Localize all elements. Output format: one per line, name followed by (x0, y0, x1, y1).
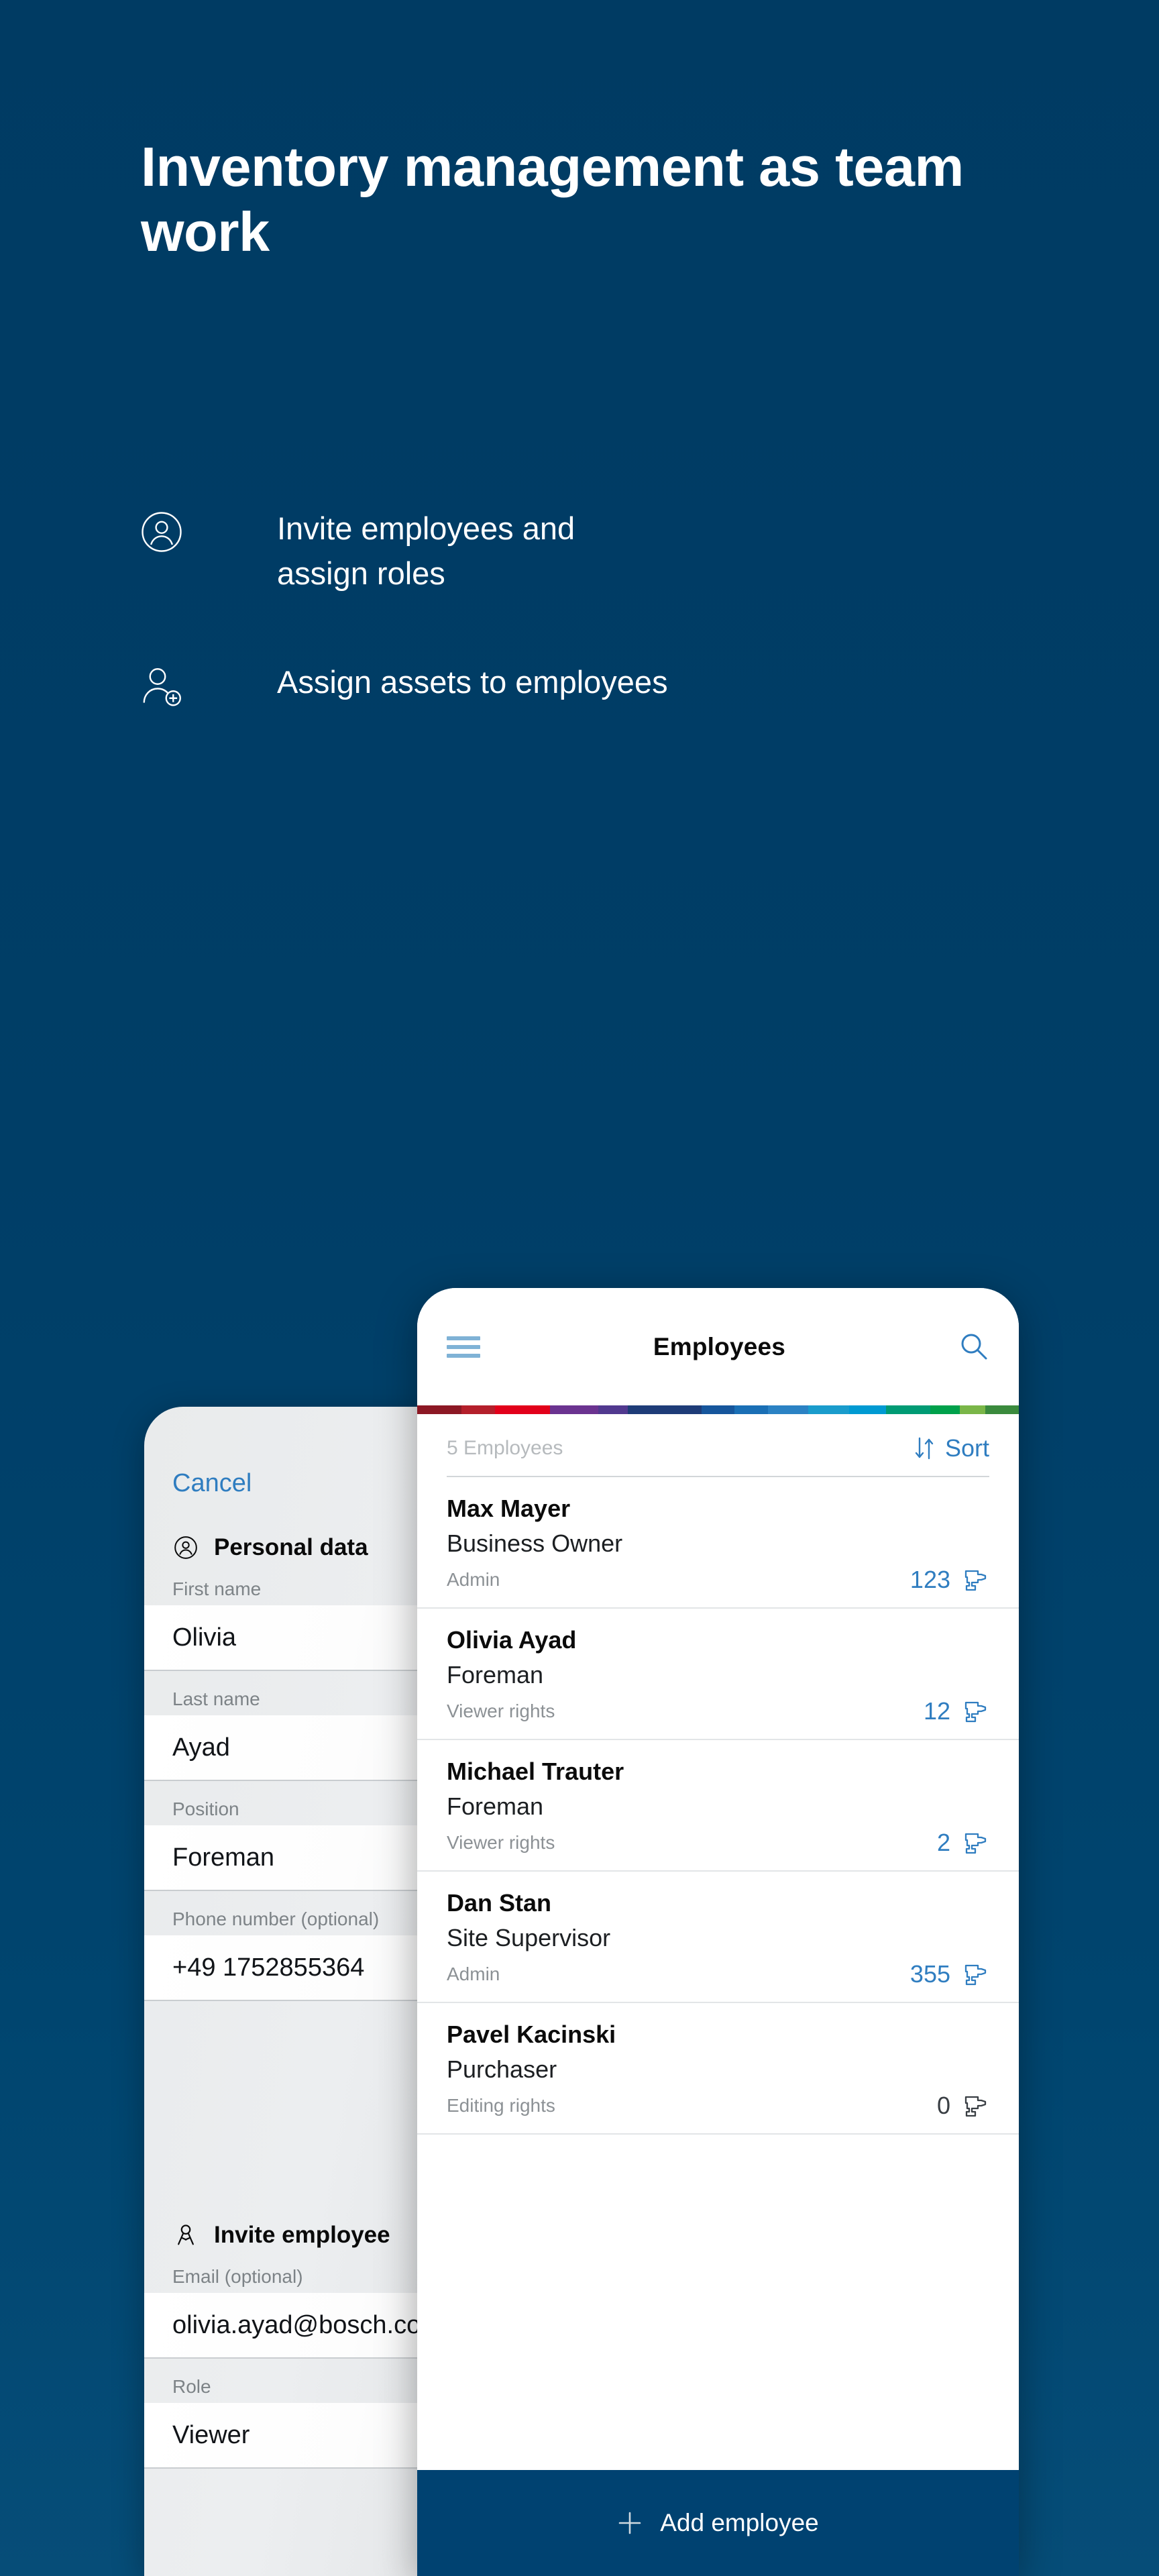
employee-rights: Admin (447, 1569, 500, 1590)
feature-list: Invite employees and assign roles Assign… (137, 506, 1043, 780)
employee-asset-count: 12 (924, 1697, 989, 1725)
employee-position: Business Owner (447, 1529, 623, 1557)
employee-rights: Editing rights (447, 2095, 555, 2116)
table-row[interactable]: Dan Stan Site Supervisor Admin 355 (417, 1872, 1019, 2003)
asset-count-value: 12 (923, 1697, 950, 1725)
employee-position: Foreman (447, 1661, 544, 1688)
cancel-button[interactable]: Cancel (172, 1469, 252, 1498)
app-bar-title: Employees (653, 1332, 786, 1360)
employee-name: Olivia Ayad (447, 1626, 577, 1654)
employee-name: Dan Stan (447, 1889, 552, 1917)
bosch-supergraphic (417, 1405, 1019, 1414)
employee-position: Purchaser (447, 2055, 557, 2083)
user-circle-icon (137, 506, 191, 561)
employees-list-phone: Employees 5 Employees Sort Max Mayer Bus… (417, 1288, 1019, 2576)
table-row[interactable]: Max Mayer Business Owner Admin 123 (417, 1477, 1019, 1609)
drill-icon (962, 1699, 989, 1723)
asset-count-value: 123 (909, 1566, 950, 1593)
sort-arrows-icon (913, 1436, 936, 1460)
asset-count-value: 0 (936, 2092, 950, 2119)
employee-position: Site Supervisor (447, 1924, 611, 1951)
drill-icon (962, 2094, 989, 2118)
employee-name: Michael Trauter (447, 1758, 624, 1785)
feature-item-assign-assets: Assign assets to employees (137, 660, 1043, 715)
employee-rights: Admin (447, 1964, 500, 1984)
keys-icon (172, 2222, 199, 2249)
asset-count-value: 2 (936, 1829, 950, 1856)
employee-name: Pavel Kacinski (447, 2021, 616, 2048)
hero-section: Inventory management as team work (141, 134, 1033, 264)
employee-list: Max Mayer Business Owner Admin 123 Olivi… (417, 1477, 1019, 2135)
table-row[interactable]: Olivia Ayad Foreman Viewer rights 12 (417, 1609, 1019, 1740)
section-title: Personal data (214, 1534, 368, 1560)
sort-label: Sort (944, 1434, 989, 1462)
employee-asset-count: 2 (937, 1829, 989, 1857)
page-title: Inventory management as team work (141, 136, 964, 264)
employee-rights: Viewer rights (447, 1701, 555, 1721)
sort-button[interactable]: Sort (913, 1434, 989, 1462)
search-icon[interactable] (958, 1332, 989, 1362)
user-circle-icon (172, 1534, 199, 1561)
drill-icon (962, 1962, 989, 1986)
feature-item-label: Invite employees and assign roles (277, 511, 575, 591)
list-subheader: 5 Employees Sort (417, 1414, 1019, 1476)
user-add-icon (137, 660, 191, 715)
drill-icon (962, 1831, 989, 1855)
employee-asset-count: 123 (910, 1566, 989, 1594)
hamburger-menu-icon[interactable] (447, 1334, 480, 1360)
employee-count-label: 5 Employees (447, 1437, 563, 1459)
app-bar: Employees (417, 1288, 1019, 1405)
drill-icon (962, 1568, 989, 1592)
employee-asset-count: 355 (910, 1960, 989, 1988)
asset-count-value: 355 (909, 1960, 950, 1988)
table-row[interactable]: Michael Trauter Foreman Viewer rights 2 (417, 1740, 1019, 1872)
plus-icon (617, 2510, 643, 2536)
table-row[interactable]: Pavel Kacinski Purchaser Editing rights … (417, 2003, 1019, 2135)
feature-item-invite-employees: Invite employees and assign roles (137, 506, 1043, 596)
employee-position: Foreman (447, 1792, 544, 1820)
section-title: Invite employee (214, 2222, 390, 2248)
employee-rights: Viewer rights (447, 1832, 555, 1853)
add-employee-label: Add employee (660, 2509, 819, 2536)
add-employee-button[interactable]: Add employee (417, 2470, 1019, 2576)
employee-asset-count: 0 (937, 2092, 989, 2120)
feature-item-label: Assign assets to employees (277, 664, 668, 700)
employee-name: Max Mayer (447, 1495, 571, 1522)
